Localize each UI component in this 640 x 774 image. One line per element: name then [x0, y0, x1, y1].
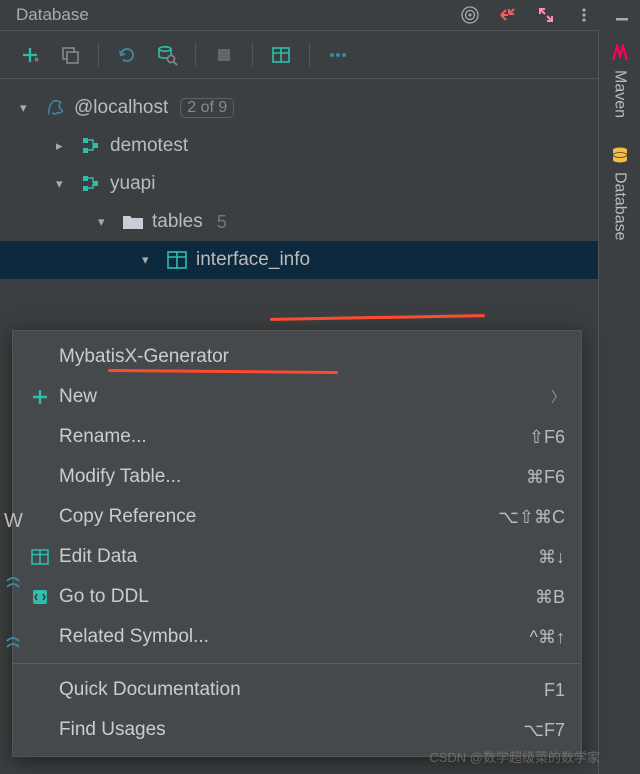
shortcut-label: ⌘B [535, 587, 565, 608]
menu-go-to-ddl[interactable]: Go to DDL ⌘B [13, 577, 581, 617]
count-label: 5 [217, 212, 227, 233]
shortcut-label: ⌘↓ [538, 547, 565, 568]
watermark: CSDN @数学超级菜的数学家 [429, 747, 600, 766]
menu-separator [13, 663, 581, 664]
menu-find-usages[interactable]: Find Usages ⌥F7 [13, 710, 581, 750]
tab-label: Database [611, 172, 629, 241]
chevron-down-icon[interactable]: ▾ [98, 214, 114, 230]
menu-new[interactable]: New 〉 [13, 377, 581, 417]
menu-copy-reference[interactable]: Copy Reference ⌥⇧⌘C [13, 497, 581, 537]
shortcut-label: ⇧F6 [529, 427, 565, 448]
connection-label: @localhost [74, 97, 168, 119]
table-node[interactable]: ▾ interface_info [0, 241, 598, 279]
separator [252, 43, 253, 67]
more-horiz-icon[interactable] [322, 39, 354, 71]
shortcut-label: ⌥⇧⌘C [498, 507, 565, 528]
folder-label: tables [152, 211, 203, 233]
chevron-down-icon[interactable]: ▾ [20, 100, 36, 116]
shortcut-label: ⌥F7 [523, 720, 565, 741]
schema-icon [80, 136, 102, 156]
stop-button[interactable] [208, 39, 240, 71]
minimize-icon[interactable] [612, 5, 632, 25]
db-toolbar [0, 31, 598, 79]
panel-title: Database [16, 5, 460, 25]
more-vert-icon[interactable] [574, 5, 594, 25]
tab-label: Maven [611, 70, 629, 118]
schema-node[interactable]: ▾ yuapi [0, 165, 598, 203]
mysql-icon [44, 96, 66, 120]
count-badge: 2 of 9 [180, 98, 234, 118]
database-icon [611, 146, 629, 164]
tables-folder-node[interactable]: ▾ tables 5 [0, 203, 598, 241]
ddl-icon [25, 588, 55, 606]
context-menu: MybatisX-Generator New 〉 Rename... ⇧F6 M… [12, 330, 582, 757]
tab-database[interactable]: Database [599, 132, 640, 255]
db-search-button[interactable] [151, 39, 183, 71]
refresh-button[interactable] [111, 39, 143, 71]
menu-edit-data[interactable]: Edit Data ⌘↓ [13, 537, 581, 577]
schema-label: yuapi [110, 173, 155, 195]
gutter-icon [4, 575, 23, 593]
folder-icon [122, 213, 144, 231]
shortcut-label: ^⌘↑ [530, 627, 565, 648]
menu-modify-table[interactable]: Modify Table... ⌘F6 [13, 457, 581, 497]
schema-icon [80, 174, 102, 194]
title-bar: Database [0, 0, 640, 30]
chevron-down-icon[interactable]: ▾ [56, 176, 72, 192]
separator [309, 43, 310, 67]
add-datasource-button[interactable] [14, 39, 46, 71]
left-gutter: W [0, 510, 23, 653]
table-label: interface_info [196, 249, 310, 271]
gutter-icon [4, 635, 23, 653]
target-icon[interactable] [460, 5, 480, 25]
shortcut-label: ⌘F6 [526, 467, 565, 488]
schema-label: demotest [110, 135, 188, 157]
chevron-down-icon[interactable]: ▾ [142, 252, 158, 268]
menu-related-symbol[interactable]: Related Symbol... ^⌘↑ [13, 617, 581, 657]
duplicate-button[interactable] [54, 39, 86, 71]
table-view-button[interactable] [265, 39, 297, 71]
tab-maven[interactable]: Maven [599, 30, 640, 132]
table-icon [25, 549, 55, 565]
right-tool-tabs: Maven Database [598, 30, 640, 774]
shortcut-label: F1 [544, 680, 565, 701]
chevron-right-icon[interactable]: ▸ [56, 138, 72, 154]
menu-rename[interactable]: Rename... ⇧F6 [13, 417, 581, 457]
menu-quick-documentation[interactable]: Quick Documentation F1 [13, 670, 581, 710]
maven-icon [611, 44, 629, 62]
separator [98, 43, 99, 67]
plus-icon [25, 388, 55, 406]
separator [195, 43, 196, 67]
database-tree: ▾ @localhost 2 of 9 ▸ demotest ▾ yuapi ▾ [0, 79, 598, 289]
collapse-pink-icon[interactable] [536, 5, 556, 25]
gutter-letter: W [4, 510, 23, 533]
schema-node[interactable]: ▸ demotest [0, 127, 598, 165]
connection-node[interactable]: ▾ @localhost 2 of 9 [0, 89, 598, 127]
expand-red-icon[interactable] [498, 5, 518, 25]
table-icon [166, 251, 188, 269]
submenu-arrow-icon: 〉 [551, 387, 565, 407]
